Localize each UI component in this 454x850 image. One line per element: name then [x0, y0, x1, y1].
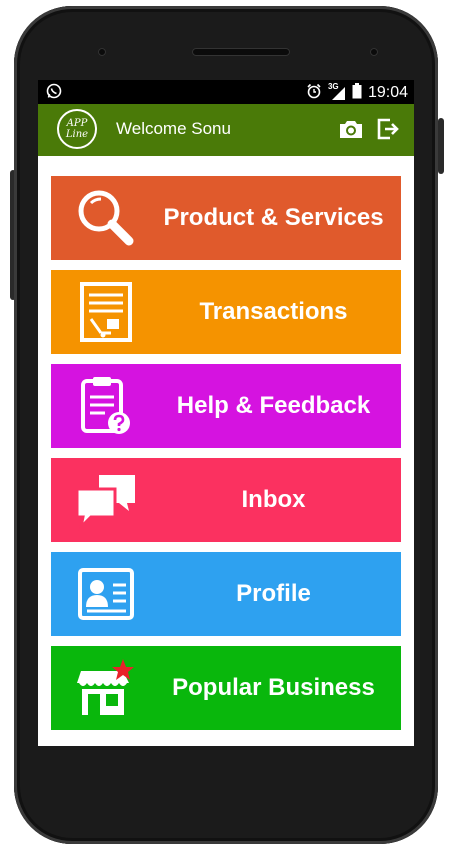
signal-icon: 3G [328, 82, 346, 101]
menu-tile-product-services[interactable]: Product & Services [51, 176, 401, 260]
menu-label-profile: Profile [236, 580, 311, 607]
menu-tile-transactions[interactable]: Transactions [51, 270, 401, 354]
app-screen: 3G 19:04 APP Line Welcome Sonu Product &… [38, 80, 414, 746]
logout-icon[interactable] [376, 117, 400, 146]
menu-tile-popular-business[interactable]: Popular Business [51, 646, 401, 730]
whatsapp-icon [46, 83, 62, 103]
battery-icon [352, 83, 362, 103]
menu-label-inbox: Inbox [241, 486, 306, 513]
app-logo: APP Line [57, 109, 97, 149]
app-bar: APP Line Welcome Sonu [38, 104, 414, 156]
menu-label-product-services: Product & Services [163, 204, 384, 231]
phone-speaker [192, 48, 290, 56]
store-star-icon [71, 656, 141, 720]
camera-icon[interactable] [338, 117, 364, 146]
menu-tile-profile[interactable]: Profile [51, 552, 401, 636]
phone-sensor [98, 48, 106, 56]
menu-label-help-feedback: Help & Feedback [176, 392, 371, 419]
phone-power-button [438, 118, 444, 174]
status-time: 19:04 [367, 84, 408, 101]
menu-label-transactions: Transactions [199, 298, 348, 325]
menu-tile-inbox[interactable]: Inbox [51, 458, 401, 542]
phone-front-camera [370, 48, 378, 56]
search-icon [71, 186, 141, 250]
clipboard-help-icon [71, 374, 141, 438]
logo-text-bottom: Line [65, 129, 89, 140]
menu-tile-help-feedback[interactable]: Help & Feedback [51, 364, 401, 448]
invoice-icon [71, 280, 141, 344]
logo-text-top: APP [66, 118, 88, 129]
alarm-icon [306, 83, 322, 103]
chat-bubbles-icon [71, 468, 141, 532]
menu-label-popular-business: Popular Business [172, 674, 375, 701]
welcome-text: Welcome Sonu [116, 119, 231, 138]
main-menu: Product & Services Transactions Help & F… [51, 176, 401, 740]
id-card-icon [71, 562, 141, 626]
status-bar: 3G 19:04 [38, 80, 414, 104]
